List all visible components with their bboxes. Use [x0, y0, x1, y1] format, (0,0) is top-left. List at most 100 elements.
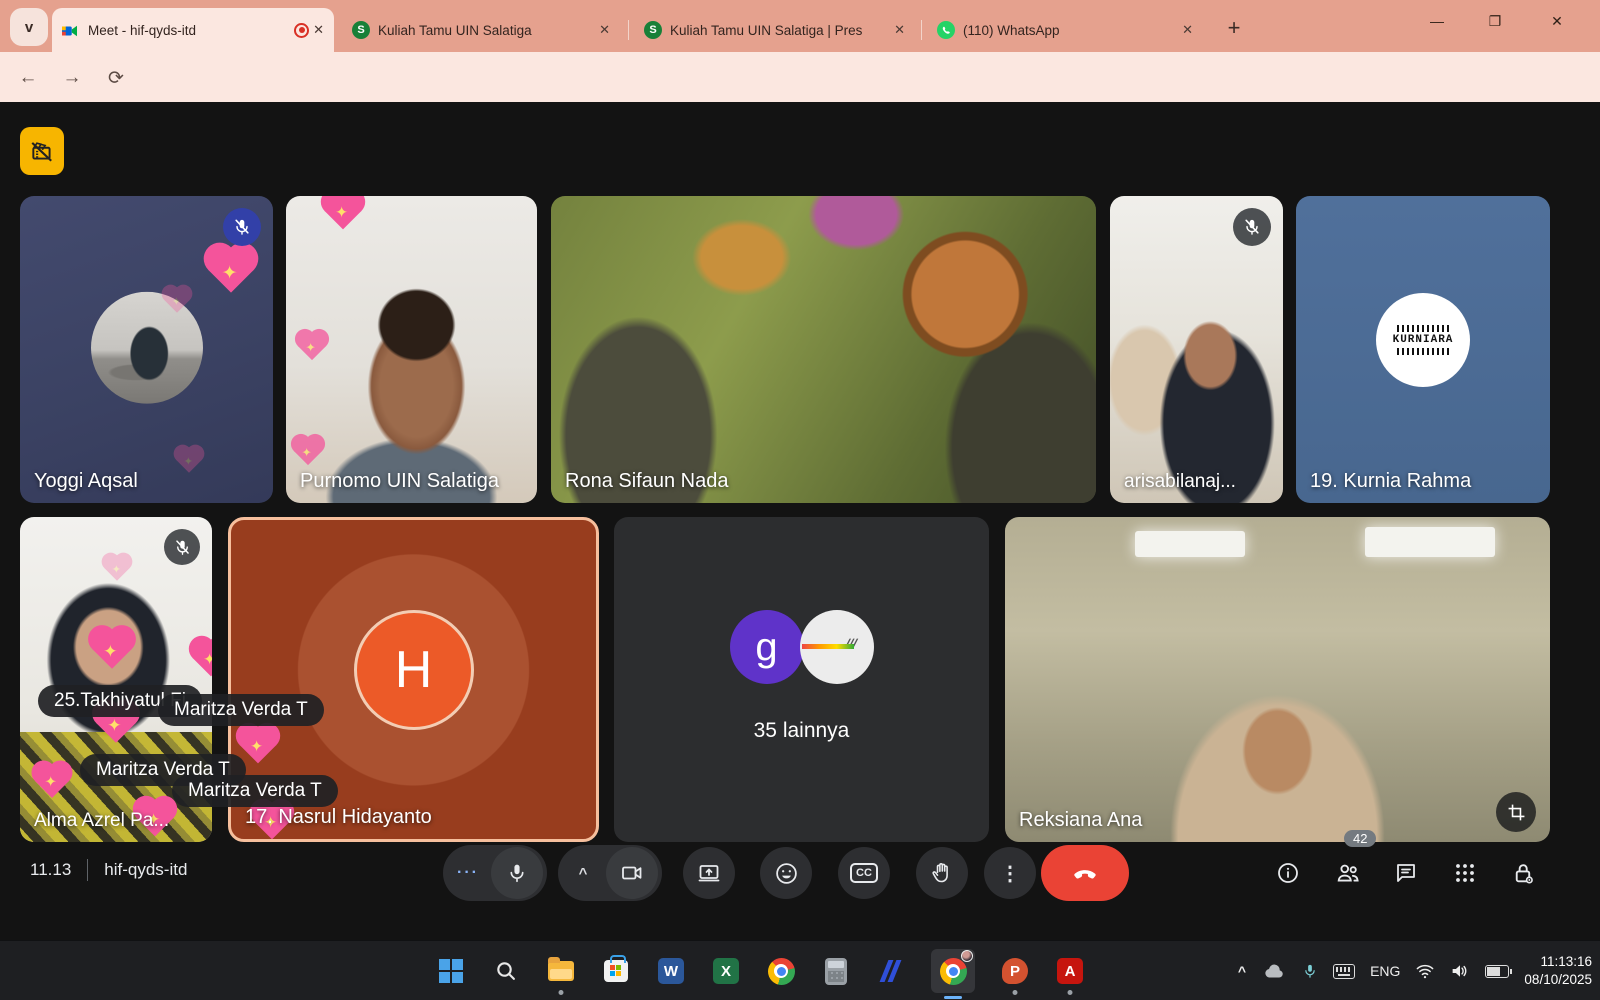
participant-tile-yoggi[interactable]: ✦ ✦ ✦ Yoggi Aqsal	[20, 196, 273, 503]
activities-grid-button[interactable]	[1441, 849, 1489, 897]
mic-muted-icon	[1233, 208, 1271, 246]
participant-tile-reksiana[interactable]: Reksiana Ana	[1005, 517, 1550, 842]
participants-button[interactable]	[1324, 849, 1372, 897]
reactions-button[interactable]	[760, 847, 812, 899]
present-button[interactable]	[683, 847, 735, 899]
mic-button[interactable]	[491, 847, 543, 899]
crop-icon[interactable]	[1496, 792, 1536, 832]
raise-hand-button[interactable]	[916, 847, 968, 899]
chrome-icon	[940, 958, 967, 985]
search-button[interactable]	[491, 956, 521, 986]
chrome-icon	[768, 958, 795, 985]
divider	[87, 859, 88, 881]
running-indicator	[1068, 990, 1073, 995]
participant-tile-rona[interactable]: Rona Sifaun Nada	[551, 196, 1096, 503]
folder-icon	[548, 961, 574, 981]
store-bag-icon	[604, 960, 628, 982]
end-call-button[interactable]	[1041, 845, 1129, 901]
captions-button[interactable]: CC	[838, 847, 890, 899]
wifi-icon[interactable]	[1415, 963, 1435, 979]
calculator-button[interactable]	[821, 956, 851, 986]
mic-muted-icon	[223, 208, 261, 246]
browser-toolbar: ← → ⟳ meet.google.com/hif-qyds-itd ☆ ⋮	[0, 52, 1600, 102]
letter-avatar: H	[354, 610, 474, 730]
tab-title: Meet - hif-qyds-itd	[88, 23, 286, 38]
camera-control-group[interactable]: ^	[558, 845, 662, 901]
site-letter-favicon: S	[352, 21, 370, 39]
video-feed	[286, 196, 537, 503]
screen: v Meet - hif-qyds-itd ✕ S Kuliah Tamu UI…	[0, 0, 1600, 1000]
stacked-avatars: g	[730, 610, 874, 684]
new-tab-button[interactable]: +	[1218, 12, 1250, 44]
clapperboard-off-icon[interactable]	[20, 127, 64, 175]
tab-close-button[interactable]: ✕	[894, 22, 905, 38]
windows-logo-icon	[439, 959, 463, 983]
meet-favicon	[62, 24, 80, 38]
site-letter-favicon: S	[644, 21, 662, 39]
window-restore-button[interactable]: ❐	[1466, 0, 1524, 42]
tab-search-button[interactable]: v	[10, 8, 48, 46]
tab-whatsapp[interactable]: (110) WhatsApp ✕	[927, 8, 1203, 52]
reaction-sender-tag: Maritza Verda T	[172, 775, 338, 807]
file-explorer-button[interactable]	[546, 956, 576, 986]
volume-icon[interactable]	[1450, 962, 1470, 980]
window-close-button[interactable]: ✕	[1528, 0, 1586, 42]
microsoft-store-button[interactable]	[601, 956, 631, 986]
forward-button[interactable]: →	[56, 62, 88, 94]
more-options-button[interactable]: ⋮	[984, 847, 1036, 899]
others-tile[interactable]: g 35 lainnya	[614, 517, 989, 842]
start-button[interactable]	[436, 956, 466, 986]
whatsapp-favicon	[937, 21, 955, 39]
tab-kuliah-tamu-2[interactable]: S Kuliah Tamu UIN Salatiga | Pres ✕	[634, 8, 915, 52]
avatar: KURNIARA	[1376, 293, 1470, 387]
participant-tile-purnomo[interactable]: ✦ ✦ ✦ Purnomo UIN Salatiga	[286, 196, 537, 503]
audio-options-dots-icon[interactable]: ···	[443, 864, 493, 882]
participant-name: arisabilanaj...	[1124, 471, 1236, 493]
participant-name: Purnomo UIN Salatiga	[300, 470, 499, 493]
tab-close-button[interactable]: ✕	[313, 22, 324, 38]
chrome-button[interactable]	[766, 956, 796, 986]
host-controls-lock-icon[interactable]	[1499, 849, 1547, 897]
tab-close-button[interactable]: ✕	[599, 22, 610, 38]
reaction-sender-tag: Maritza Verda T	[158, 694, 324, 726]
acrobat-button[interactable]: A	[1055, 956, 1085, 986]
tab-divider	[921, 20, 922, 40]
profile-overlay-avatar	[961, 950, 973, 962]
back-button[interactable]: ←	[12, 62, 44, 94]
participant-name: Rona Sifaun Nada	[565, 470, 728, 493]
chat-button[interactable]	[1382, 849, 1430, 897]
tab-title: Kuliah Tamu UIN Salatiga	[378, 23, 587, 38]
video-feed	[1005, 517, 1550, 842]
tray-date: 08/10/2025	[1524, 971, 1592, 989]
window-minimize-button[interactable]: —	[1408, 0, 1466, 42]
participant-tile-kurnia[interactable]: KURNIARA 19. Kurnia Rahma	[1296, 196, 1550, 503]
meeting-details-button[interactable]	[1264, 849, 1312, 897]
word-button[interactable]: W	[656, 956, 686, 986]
slashes-app-button[interactable]	[876, 956, 906, 986]
calculator-icon	[825, 958, 847, 985]
language-indicator[interactable]: ENG	[1370, 963, 1400, 979]
mic-in-use-icon[interactable]	[1302, 961, 1318, 981]
active-indicator	[944, 996, 962, 999]
reload-button[interactable]: ⟳	[100, 62, 132, 94]
camera-options-chevron-icon[interactable]: ^	[558, 865, 608, 882]
others-count-label: 35 lainnya	[614, 719, 989, 743]
tab-meet[interactable]: Meet - hif-qyds-itd ✕	[52, 8, 334, 52]
camera-button[interactable]	[606, 847, 658, 899]
onedrive-cloud-icon[interactable]	[1261, 962, 1287, 980]
participant-tile-arisabila[interactable]: arisabilanaj...	[1110, 196, 1283, 503]
powerpoint-button[interactable]: P	[1000, 956, 1030, 986]
chrome-active-button[interactable]	[931, 949, 975, 993]
meeting-code: hif-qyds-itd	[104, 860, 187, 880]
battery-icon[interactable]	[1485, 965, 1509, 978]
touch-keyboard-icon[interactable]	[1333, 964, 1355, 979]
tray-time: 11:13:16	[1524, 953, 1592, 971]
ceiling-light	[1365, 527, 1495, 557]
meet-stage: ✦ ✦ ✦ Yoggi Aqsal ✦ ✦ ✦ Purnomo UIN Sala…	[0, 102, 1600, 940]
tray-clock[interactable]: 11:13:16 08/10/2025	[1524, 953, 1592, 989]
excel-button[interactable]: X	[711, 956, 741, 986]
mic-control-group[interactable]: ···	[443, 845, 547, 901]
tab-close-button[interactable]: ✕	[1182, 22, 1193, 38]
tray-chevron-icon[interactable]: ^	[1238, 963, 1246, 979]
tab-kuliah-tamu-1[interactable]: S Kuliah Tamu UIN Salatiga ✕	[342, 8, 620, 52]
